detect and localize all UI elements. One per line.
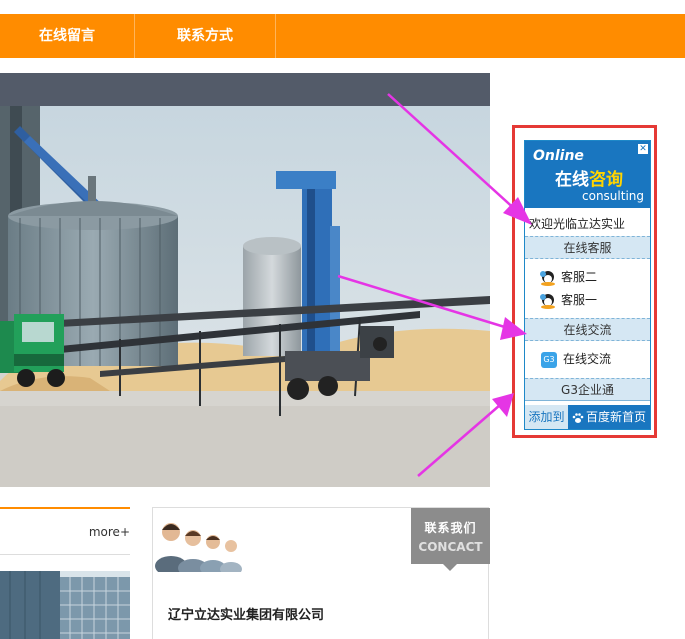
qq-icon [540, 293, 555, 309]
service-agent-2[interactable]: 客服二 [539, 268, 597, 286]
banner-top-strip [0, 73, 490, 106]
qq-icon [540, 270, 555, 286]
service-agent-1[interactable]: 客服一 [539, 291, 597, 309]
widget-header-online: Online [533, 148, 584, 164]
service-agent-label: 客服一 [561, 293, 598, 307]
widget-footer: 添加到 百度新首页 [525, 405, 650, 429]
company-name: 辽宁立达实业集团有限公司 [168, 608, 325, 623]
widget-header-en: consulting [582, 189, 644, 203]
banner-image [0, 106, 490, 487]
chat-link[interactable]: G3 在线交流 [541, 350, 611, 368]
section-service-title: 在线客服 [525, 236, 650, 259]
close-icon[interactable]: ✕ [638, 144, 648, 154]
online-service-widget: Online 在线咨询 consulting ✕ 欢迎光临立达实业 在线客服 客… [524, 140, 651, 430]
banner [0, 73, 490, 487]
contact-us-tab[interactable]: 联系我们 CONCACT [411, 508, 490, 571]
more-link[interactable]: more+ [89, 525, 130, 539]
baidu-home-label: 百度新首页 [586, 410, 647, 424]
news-panel: more+ [0, 507, 130, 555]
g3-enterprise-link[interactable]: G3企业通 [525, 378, 650, 401]
building-image [0, 571, 130, 639]
widget-header-cn-prefix: 在线 [555, 170, 589, 190]
nav-item-contact[interactable]: 联系方式 [135, 14, 276, 58]
contact-tab-en: CONCACT [418, 540, 483, 554]
page: 在线留言 联系方式 more+ 联系我们 CONCACT 辽宁立达实业集团有限公… [0, 0, 685, 639]
tab-pointer [443, 564, 457, 571]
widget-header-cn-highlight: 咨询 [589, 170, 623, 190]
arrow-head-3 [492, 393, 514, 417]
chat-link-label: 在线交流 [563, 352, 612, 366]
contact-tab-cn: 联系我们 [424, 521, 477, 535]
top-nav: 在线留言 联系方式 [0, 14, 685, 58]
widget-header: Online 在线咨询 consulting ✕ [525, 141, 650, 208]
widget-header-title: 在线咨询 [555, 165, 623, 190]
section-chat-title: 在线交流 [525, 318, 650, 341]
baidu-home-button[interactable]: 百度新首页 [568, 405, 650, 429]
add-to-label: 添加到 [525, 405, 568, 429]
baidu-paw-icon [572, 412, 584, 423]
g3-icon: G3 [541, 351, 557, 368]
contact-panel: 联系我们 CONCACT 辽宁立达实业集团有限公司 [152, 507, 490, 639]
welcome-text: 欢迎光临立达实业 [529, 217, 626, 231]
nav-item-message[interactable]: 在线留言 [0, 14, 135, 58]
customer-service-photo [153, 508, 243, 572]
service-agent-label: 客服二 [561, 270, 598, 284]
